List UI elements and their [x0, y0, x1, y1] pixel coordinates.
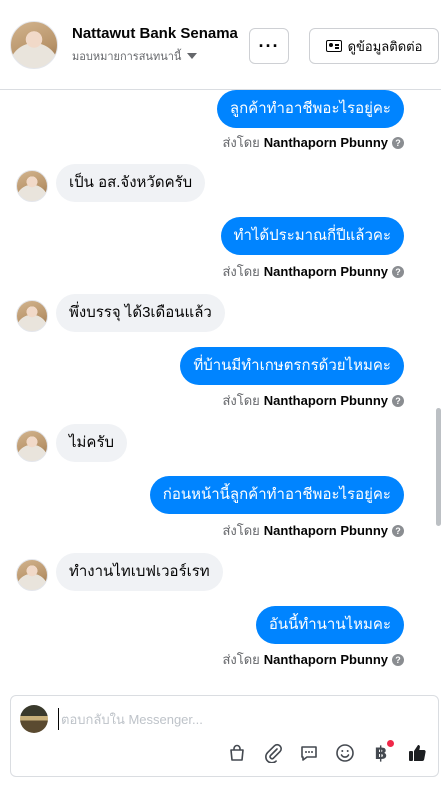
help-icon[interactable]: ?	[392, 265, 404, 278]
assign-conversation-dropdown[interactable]: มอบหมายการสนทนานี้	[72, 47, 198, 65]
thread-scrollbar[interactable]	[436, 408, 441, 526]
help-icon[interactable]: ?	[392, 394, 404, 407]
caret-down-icon	[187, 53, 198, 59]
message-composer: ฿	[10, 695, 439, 777]
page-avatar	[20, 705, 48, 733]
contact-name[interactable]: Nattawut Bank Senama	[72, 25, 238, 42]
outgoing-message[interactable]: ทำได้ประมาณกี่ปีแล้วคะ	[220, 217, 404, 255]
thumbs-up-icon[interactable]	[406, 742, 428, 764]
sender-name: Nanthaporn Pbunny	[263, 264, 388, 279]
shopping-bag-icon[interactable]	[226, 742, 248, 764]
incoming-message[interactable]: ทำงานไทเบฟเวอร์เรท	[56, 553, 223, 591]
contact-avatar-small[interactable]	[16, 430, 48, 462]
reply-input[interactable]	[58, 708, 428, 730]
contact-avatar-small[interactable]	[16, 170, 48, 202]
contact-avatar-small[interactable]	[16, 559, 48, 591]
sent-by-prefix: ส่งโดย	[222, 264, 260, 279]
id-card-icon	[325, 40, 342, 52]
contact-avatar[interactable]	[10, 21, 58, 69]
baht-icon[interactable]: ฿	[370, 740, 394, 764]
sender-name: Nanthaporn Pbunny	[263, 135, 388, 150]
outgoing-message[interactable]: ลูกค้าทำอาชีพอะไรอยู่คะ	[216, 90, 404, 128]
more-options-button[interactable]: ···	[249, 28, 289, 64]
sent-by-prefix: ส่งโดย	[222, 135, 260, 150]
help-icon[interactable]: ?	[392, 524, 404, 537]
sent-by-prefix: ส่งโดย	[222, 523, 260, 538]
notification-dot	[387, 740, 394, 747]
view-contact-label: ดูข้อมูลติดต่อ	[347, 38, 423, 54]
conversation-header: Nattawut Bank Senama มอบหมายการสนทนานี้ …	[0, 0, 441, 90]
emoji-icon[interactable]	[334, 742, 356, 764]
incoming-message[interactable]: เป็น อส.จังหวัดครับ	[56, 164, 206, 202]
composer-toolbar: ฿	[226, 740, 428, 764]
sent-by-label: ส่งโดย Nanthaporn Pbunny ?	[222, 132, 404, 153]
assign-conversation-label: มอบหมายการสนทนานี้	[72, 51, 182, 63]
incoming-message[interactable]: พึ่งบรรจุ ได้3เดือนแล้ว	[56, 294, 225, 332]
help-icon[interactable]: ?	[392, 136, 404, 149]
sender-name: Nanthaporn Pbunny	[263, 652, 388, 667]
help-icon[interactable]: ?	[392, 653, 404, 666]
sender-name: Nanthaporn Pbunny	[263, 393, 388, 408]
sent-by-label: ส่งโดย Nanthaporn Pbunny ?	[222, 649, 404, 670]
outgoing-message[interactable]: ที่บ้านมีทำเกษตรกรด้วยไหมคะ	[180, 347, 404, 385]
outgoing-message[interactable]: ก่อนหน้านี้ลูกค้าทำอาชีพอะไรอยู่คะ	[149, 476, 404, 514]
contact-avatar-small[interactable]	[16, 300, 48, 332]
outgoing-message[interactable]: อันนี้ทำนานไหมคะ	[255, 606, 404, 644]
paperclip-icon[interactable]	[262, 742, 284, 764]
sent-by-label: ส่งโดย Nanthaporn Pbunny ?	[222, 390, 404, 411]
view-contact-button[interactable]: ดูข้อมูลติดต่อ	[309, 28, 439, 64]
sent-by-prefix: ส่งโดย	[222, 393, 260, 408]
incoming-message[interactable]: ไม่ครับ	[56, 424, 128, 462]
sender-name: Nanthaporn Pbunny	[263, 523, 388, 538]
sent-by-label: ส่งโดย Nanthaporn Pbunny ?	[222, 261, 404, 282]
sent-by-prefix: ส่งโดย	[222, 652, 260, 667]
saved-reply-icon[interactable]	[298, 742, 320, 764]
message-thread[interactable]: ลูกค้าทำอาชีพอะไรอยู่คะ ส่งโดย Nanthapor…	[0, 90, 441, 688]
sent-by-label: ส่งโดย Nanthaporn Pbunny ?	[222, 520, 404, 541]
